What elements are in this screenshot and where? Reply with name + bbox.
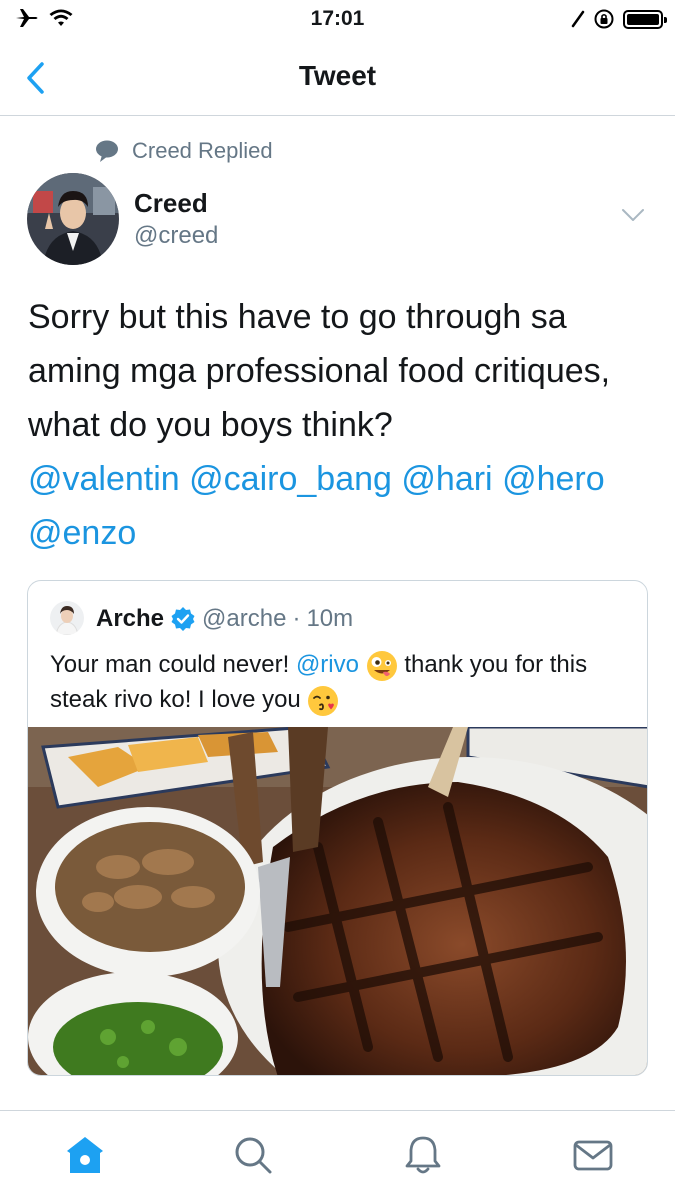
quoted-tweet-card[interactable]: Arche @arche · 10m Your man could never! @… bbox=[27, 580, 648, 1076]
mention-link[interactable]: @rivo bbox=[296, 651, 359, 678]
messages-icon[interactable] bbox=[571, 1133, 615, 1177]
face-blowing-kiss-emoji-icon bbox=[308, 685, 339, 716]
author-name[interactable]: Creed bbox=[134, 188, 208, 219]
mention-link[interactable]: @hari bbox=[401, 460, 492, 498]
quoted-author-handle: @arche bbox=[202, 605, 287, 632]
status-right bbox=[571, 8, 667, 30]
reply-context-label: Creed Replied bbox=[132, 138, 273, 163]
author-avatar[interactable] bbox=[27, 173, 119, 265]
home-icon[interactable] bbox=[63, 1133, 107, 1177]
tab-bar bbox=[0, 1110, 675, 1200]
status-bar: 17:01 bbox=[0, 0, 675, 38]
location-arrow-icon bbox=[571, 10, 585, 28]
verified-badge-icon bbox=[171, 607, 195, 631]
quoted-author-name: Arche bbox=[96, 605, 165, 632]
quoted-text: Your man could never! @rivo thank you fo… bbox=[50, 647, 635, 717]
page-title: Tweet bbox=[298, 60, 377, 91]
mention-link[interactable]: @cairo_bang bbox=[189, 460, 392, 498]
search-icon[interactable] bbox=[231, 1133, 275, 1177]
battery-icon bbox=[623, 9, 667, 29]
author-handle[interactable]: @creed bbox=[134, 222, 218, 250]
mention-link[interactable]: @enzo bbox=[28, 514, 136, 552]
chevron-down-icon[interactable] bbox=[621, 208, 645, 222]
zany-face-emoji-icon bbox=[366, 650, 397, 681]
mention-link[interactable]: @valentin bbox=[28, 460, 180, 498]
notifications-icon[interactable] bbox=[401, 1133, 445, 1177]
nav-bar: Tweet bbox=[0, 38, 675, 116]
steak-photo[interactable] bbox=[28, 727, 648, 1076]
quoted-author-avatar bbox=[50, 601, 84, 635]
quoted-header: Arche @arche · 10m bbox=[96, 605, 353, 633]
separator-dot: · bbox=[292, 605, 301, 632]
orientation-lock-icon bbox=[594, 9, 614, 29]
quoted-timestamp: 10m bbox=[306, 605, 354, 632]
speech-bubble-icon bbox=[96, 140, 118, 162]
reply-context: Creed Replied bbox=[94, 138, 273, 164]
tweet-body-text: Sorry but this have to go through sa ami… bbox=[28, 298, 611, 444]
tweet-text: Sorry but this have to go through sa ami… bbox=[28, 290, 648, 560]
mention-link[interactable]: @hero bbox=[502, 460, 605, 498]
quoted-text-part: Your man could never! bbox=[50, 651, 296, 678]
